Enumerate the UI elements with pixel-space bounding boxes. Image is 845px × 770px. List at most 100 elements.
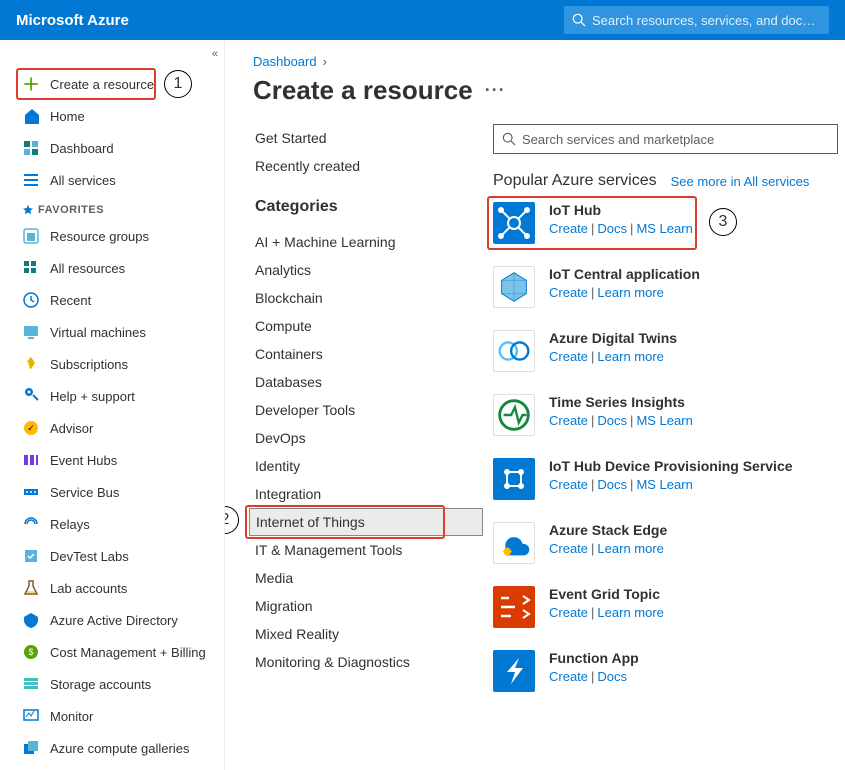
sidebar-item-all-resources[interactable]: All resources [0, 252, 224, 284]
service-links: Create|Learn more [549, 605, 664, 620]
sidebar-item-monitor[interactable]: Monitor [0, 700, 224, 732]
sidebar-item-lab-accounts[interactable]: Lab accounts [0, 572, 224, 604]
left-link[interactable]: Recently created [253, 152, 483, 180]
service-time-series-insights[interactable]: Time Series InsightsCreate|Docs|MS Learn [493, 394, 845, 436]
category-monitoring-diagnostics[interactable]: Monitoring & Diagnostics [253, 648, 483, 676]
service-link[interactable]: Create [549, 349, 588, 364]
service-link[interactable]: Docs [597, 413, 627, 428]
see-more-link[interactable]: See more in All services [671, 174, 810, 189]
category-analytics[interactable]: Analytics [253, 256, 483, 284]
category-media[interactable]: Media [253, 564, 483, 592]
aad-icon [22, 611, 40, 629]
category-identity[interactable]: Identity [253, 452, 483, 480]
eventhubs-icon [22, 451, 40, 469]
service-link[interactable]: Learn more [597, 605, 663, 620]
tsi-icon [493, 394, 535, 436]
service-azure-stack-edge[interactable]: Azure Stack EdgeCreate|Learn more [493, 522, 845, 564]
sidebar-item-dashboard[interactable]: Dashboard [0, 132, 224, 164]
servicebus-icon [22, 483, 40, 501]
sidebar-item-label: Monitor [50, 709, 93, 724]
monitor-icon [22, 707, 40, 725]
service-link[interactable]: Learn more [597, 541, 663, 556]
service-event-grid-topic[interactable]: Event Grid TopicCreate|Learn more [493, 586, 845, 628]
more-icon[interactable]: ··· [485, 80, 506, 101]
favorites-label: FAVORITES [0, 196, 224, 220]
service-link[interactable]: Create [549, 221, 588, 236]
left-link[interactable]: Get Started [253, 124, 483, 152]
service-link[interactable]: Create [549, 541, 588, 556]
service-link[interactable]: Create [549, 413, 588, 428]
storage-icon [22, 675, 40, 693]
category-it-management-tools[interactable]: IT & Management Tools [253, 536, 483, 564]
sidebar-item-subscriptions[interactable]: Subscriptions [0, 348, 224, 380]
service-link[interactable]: Create [549, 669, 588, 684]
service-link[interactable]: Docs [597, 669, 627, 684]
sidebar-item-devtest-labs[interactable]: DevTest Labs [0, 540, 224, 572]
sidebar-item-event-hubs[interactable]: Event Hubs [0, 444, 224, 476]
sidebar-item-label: Advisor [50, 421, 93, 436]
service-iot-central-application[interactable]: IoT Central applicationCreate|Learn more [493, 266, 845, 308]
sidebar-item-help-support[interactable]: Help + support [0, 380, 224, 412]
service-link[interactable]: Learn more [597, 285, 663, 300]
service-link[interactable]: Create [549, 605, 588, 620]
service-links: Create|Docs|MS Learn [549, 221, 693, 236]
category-integration[interactable]: Integration [253, 480, 483, 508]
sidebar-item-resource-groups[interactable]: Resource groups [0, 220, 224, 252]
categories-column: Get StartedRecently created Categories A… [253, 124, 483, 714]
service-link[interactable]: Docs [597, 221, 627, 236]
category-compute[interactable]: Compute [253, 312, 483, 340]
service-link[interactable]: MS Learn [636, 221, 692, 236]
category-databases[interactable]: Databases [253, 368, 483, 396]
relay-icon [22, 515, 40, 533]
sidebar-item-relays[interactable]: Relays [0, 508, 224, 540]
sidebar-item-label: Event Hubs [50, 453, 117, 468]
service-link[interactable]: Create [549, 285, 588, 300]
service-link[interactable]: MS Learn [636, 477, 692, 492]
service-links: Create|Docs [549, 669, 639, 684]
sidebar-item-all-services[interactable]: All services [0, 164, 224, 196]
service-link[interactable]: Docs [597, 477, 627, 492]
service-azure-digital-twins[interactable]: Azure Digital TwinsCreate|Learn more [493, 330, 845, 372]
sidebar-item-service-bus[interactable]: Service Bus [0, 476, 224, 508]
service-link[interactable]: Create [549, 477, 588, 492]
category-blockchain[interactable]: Blockchain [253, 284, 483, 312]
sidebar-item-label: Service Bus [50, 485, 119, 500]
service-iot-hub-device-provisioning-service[interactable]: IoT Hub Device Provisioning ServiceCreat… [493, 458, 845, 500]
category-developer-tools[interactable]: Developer Tools [253, 396, 483, 424]
digitaltwins-icon [493, 330, 535, 372]
sidebar-item-label: All services [50, 173, 116, 188]
category-containers[interactable]: Containers [253, 340, 483, 368]
sidebar-item-azure-active-directory[interactable]: Azure Active Directory [0, 604, 224, 636]
sidebar-item-azure-compute-galleries[interactable]: Azure compute galleries [0, 732, 224, 764]
create-resource-button[interactable]: Create a resource [0, 68, 224, 100]
services-column: Search services and marketplace Popular … [483, 124, 845, 714]
category-devops[interactable]: DevOps [253, 424, 483, 452]
service-iot-hub[interactable]: IoT HubCreate|Docs|MS Learn [493, 202, 845, 244]
gallery-icon [22, 739, 40, 757]
svg-text:$: $ [28, 647, 33, 657]
service-link[interactable]: Learn more [597, 349, 663, 364]
category-internet-of-things[interactable]: Internet of Things [249, 508, 483, 536]
key-icon [22, 355, 40, 373]
category-mixed-reality[interactable]: Mixed Reality [253, 620, 483, 648]
category-ai-machine-learning[interactable]: AI + Machine Learning [253, 228, 483, 256]
sidebar-item-cost-management-billing[interactable]: $Cost Management + Billing [0, 636, 224, 668]
sidebar-item-virtual-machines[interactable]: Virtual machines [0, 316, 224, 348]
category-migration[interactable]: Migration [253, 592, 483, 620]
sidebar-item-storage-accounts[interactable]: Storage accounts [0, 668, 224, 700]
sidebar-item-home[interactable]: Home [0, 100, 224, 132]
stackedge-icon [493, 522, 535, 564]
sidebar-item-label: Relays [50, 517, 90, 532]
service-link[interactable]: MS Learn [636, 413, 692, 428]
sidebar-item-label: Virtual machines [50, 325, 146, 340]
page-title: Create a resource ··· [253, 75, 845, 106]
service-function-app[interactable]: Function AppCreate|Docs [493, 650, 845, 692]
sidebar-item-advisor[interactable]: ✓Advisor [0, 412, 224, 444]
breadcrumb[interactable]: Dashboard › [253, 54, 845, 69]
global-search[interactable]: Search resources, services, and docs (G+… [564, 6, 829, 34]
sidebar-item-recent[interactable]: Recent [0, 284, 224, 316]
breadcrumb-item[interactable]: Dashboard [253, 54, 317, 69]
collapse-icon[interactable]: « [212, 48, 218, 60]
dashboard-icon [22, 139, 40, 157]
marketplace-search[interactable]: Search services and marketplace [493, 124, 838, 154]
